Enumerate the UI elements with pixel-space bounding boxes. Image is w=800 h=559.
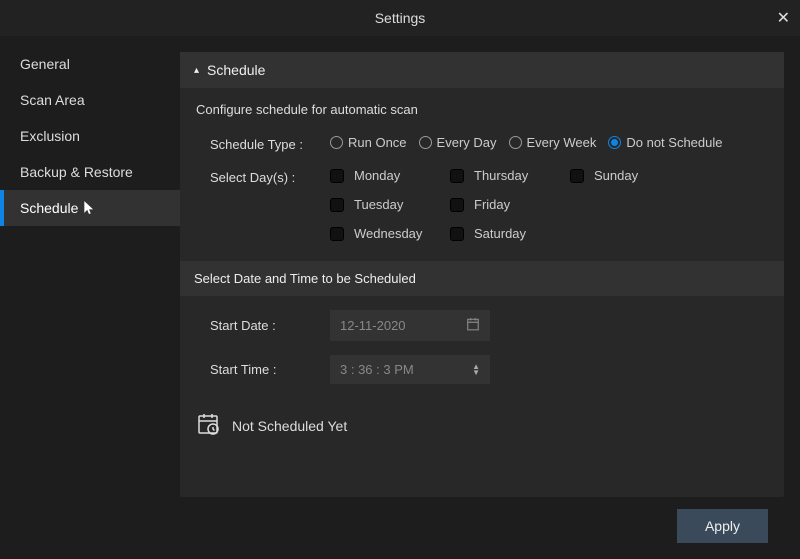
schedule-status-text: Not Scheduled Yet (232, 418, 347, 434)
radio-label: Do not Schedule (626, 135, 722, 150)
sidebar-item-label: Scan Area (20, 92, 85, 108)
checkbox-sunday[interactable]: Sunday (570, 168, 690, 183)
radio-icon (608, 136, 621, 149)
radio-icon (419, 136, 432, 149)
schedule-status-row: Not Scheduled Yet (180, 404, 784, 455)
sidebar-item-scan-area[interactable]: Scan Area (0, 82, 180, 118)
window-title: Settings (375, 10, 426, 26)
start-time-row: Start Time : 3 : 36 : 3 PM ▲ ▼ (210, 355, 768, 384)
sidebar-item-schedule[interactable]: Schedule (0, 190, 180, 226)
day-label: Tuesday (354, 197, 403, 212)
datetime-subheader: Select Date and Time to be Scheduled (180, 261, 784, 296)
sidebar-item-backup-restore[interactable]: Backup & Restore (0, 154, 180, 190)
select-days-row: Select Day(s) : Monday Thursday Sunda (180, 158, 784, 247)
radio-do-not-schedule[interactable]: Do not Schedule (608, 135, 722, 150)
chevron-down-icon: ▼ (472, 370, 480, 376)
select-days-label: Select Day(s) : (210, 168, 330, 185)
start-date-row: Start Date : 12-11-2020 (210, 310, 768, 341)
start-time-input[interactable]: 3 : 36 : 3 PM ▲ ▼ (330, 355, 490, 384)
day-label: Saturday (474, 226, 526, 241)
checkbox-icon (330, 227, 344, 241)
radio-icon (509, 136, 522, 149)
calendar-icon (466, 317, 480, 334)
schedule-panel: ▴ Schedule Configure schedule for automa… (180, 52, 784, 497)
footer: Apply (180, 497, 784, 559)
start-date-value: 12-11-2020 (340, 318, 406, 333)
sidebar-item-general[interactable]: General (0, 46, 180, 82)
radio-label: Every Week (527, 135, 597, 150)
cursor-icon (82, 200, 96, 217)
checkbox-icon (450, 227, 464, 241)
titlebar: Settings ✕ (0, 0, 800, 36)
apply-button[interactable]: Apply (677, 509, 768, 543)
radio-label: Every Day (437, 135, 497, 150)
day-label: Wednesday (354, 226, 422, 241)
radio-icon (330, 136, 343, 149)
schedule-type-row: Schedule Type : Run Once Every Day Ev (180, 125, 784, 158)
start-time-value: 3 : 36 : 3 PM (340, 362, 414, 377)
checkbox-icon (450, 169, 464, 183)
day-label: Monday (354, 168, 400, 183)
checkbox-icon (570, 169, 584, 183)
sidebar-item-label: Schedule (20, 200, 78, 216)
close-button[interactable]: ✕ (777, 8, 790, 28)
chevron-up-icon: ▴ (194, 65, 199, 76)
day-label: Sunday (594, 168, 638, 183)
start-time-label: Start Time : (210, 362, 330, 377)
sidebar-item-label: General (20, 56, 70, 72)
start-date-label: Start Date : (210, 318, 330, 333)
close-icon: ✕ (777, 10, 790, 27)
schedule-status-icon (196, 412, 220, 439)
section-description: Configure schedule for automatic scan (180, 88, 784, 125)
radio-every-day[interactable]: Every Day (419, 135, 497, 150)
sidebar-item-exclusion[interactable]: Exclusion (0, 118, 180, 154)
schedule-type-options: Run Once Every Day Every Week Do no (330, 135, 728, 150)
sidebar-item-label: Backup & Restore (20, 164, 133, 180)
panel-section-header[interactable]: ▴ Schedule (180, 52, 784, 88)
radio-every-week[interactable]: Every Week (509, 135, 597, 150)
time-spinner[interactable]: ▲ ▼ (472, 364, 480, 376)
checkbox-wednesday[interactable]: Wednesday (330, 226, 450, 241)
start-date-input[interactable]: 12-11-2020 (330, 310, 490, 341)
checkbox-friday[interactable]: Friday (450, 197, 570, 212)
sidebar-item-label: Exclusion (20, 128, 80, 144)
days-grid: Monday Thursday Sunday Tuesday (330, 168, 690, 241)
day-label: Thursday (474, 168, 528, 183)
settings-window: Settings ✕ General Scan Area Exclusion B… (0, 0, 800, 559)
schedule-type-label: Schedule Type : (210, 135, 330, 152)
checkbox-icon (330, 198, 344, 212)
content-area: ▴ Schedule Configure schedule for automa… (180, 36, 800, 559)
datetime-group: Start Date : 12-11-2020 Start Time : 3 :… (180, 296, 784, 404)
day-label: Friday (474, 197, 510, 212)
checkbox-icon (330, 169, 344, 183)
sidebar: General Scan Area Exclusion Backup & Res… (0, 36, 180, 559)
section-title: Schedule (207, 62, 265, 78)
radio-run-once[interactable]: Run Once (330, 135, 407, 150)
checkbox-icon (450, 198, 464, 212)
checkbox-tuesday[interactable]: Tuesday (330, 197, 450, 212)
radio-label: Run Once (348, 135, 407, 150)
checkbox-monday[interactable]: Monday (330, 168, 450, 183)
checkbox-thursday[interactable]: Thursday (450, 168, 570, 183)
checkbox-saturday[interactable]: Saturday (450, 226, 570, 241)
window-body: General Scan Area Exclusion Backup & Res… (0, 36, 800, 559)
